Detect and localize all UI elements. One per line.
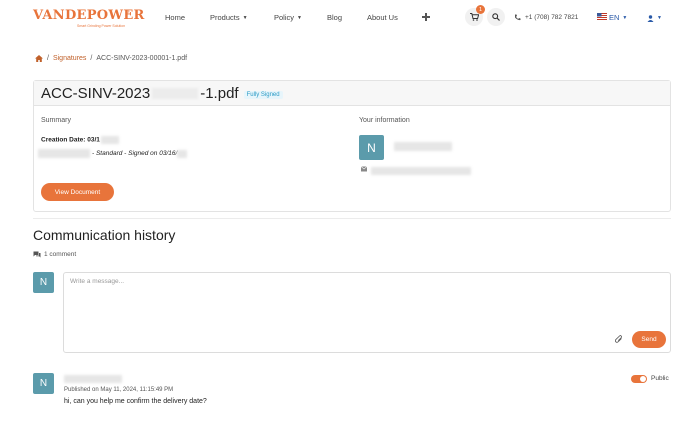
phone-icon [515, 14, 521, 21]
cart-count-badge: 1 [476, 5, 485, 14]
redacted-text [38, 149, 90, 158]
send-button[interactable]: Send [632, 331, 666, 348]
caret-down-icon: ▼ [622, 15, 628, 22]
cart-icon [469, 13, 479, 21]
comments-icon [33, 251, 41, 258]
creation-date: Creation Date: 03/1 [41, 136, 119, 144]
caret-down-icon: ▼ [297, 15, 302, 22]
nav-item-home[interactable]: Home [165, 13, 185, 22]
nav-item-products[interactable]: Products ▼ [210, 13, 248, 22]
title-suffix: -1.pdf [200, 84, 239, 102]
language-label: EN [609, 13, 620, 22]
phone-number[interactable]: +1 (708) 782 7821 [525, 14, 578, 21]
nav-item-blog[interactable]: Blog [327, 13, 342, 22]
nav-label: Products [210, 13, 240, 22]
redacted-author [64, 375, 122, 383]
nav-label: Policy [274, 13, 295, 22]
search-icon [492, 13, 500, 21]
composer-avatar: N [33, 272, 54, 293]
document-title: ACC-SINV-2023 -1.pdf [41, 85, 239, 102]
document-card: ACC-SINV-2023 -1.pdf Fully Signed Summary… [33, 80, 671, 212]
breadcrumb: / Signatures / ACC-SINV-2023-00001-1.pdf [35, 55, 187, 62]
redacted-text [100, 136, 119, 144]
comment-count-text: 1 comment [44, 251, 77, 258]
breadcrumb-separator: / [90, 55, 93, 62]
caret-down-icon: ▼ [242, 15, 248, 22]
comment-count: 1 comment [33, 251, 76, 258]
document-header: ACC-SINV-2023 -1.pdf Fully Signed [34, 81, 670, 106]
breadcrumb-separator: / [47, 55, 49, 62]
top-navigation: VANDEPOWER ® Smart Grinding Power Soluti… [0, 0, 690, 36]
redacted-email [371, 167, 471, 175]
attachment-icon[interactable] [615, 335, 623, 343]
redacted-text [177, 149, 188, 158]
divider [33, 218, 671, 219]
your-information-label: Your information [359, 117, 410, 124]
nav-label: About Us [367, 13, 398, 22]
brand-logo[interactable]: VANDEPOWER ® Smart Grinding Power Soluti… [33, 8, 145, 28]
creation-date-text: Creation Date: 03/1 [41, 136, 100, 144]
public-label: Public [651, 375, 669, 382]
email-icon [361, 166, 367, 172]
nav-label: Home [165, 13, 186, 22]
comment-timestamp: Published on May 11, 2024, 11:15:49 PM [64, 387, 174, 393]
redacted-name [394, 142, 452, 151]
caret-down-icon: ▼ [657, 15, 662, 22]
breadcrumb-signatures[interactable]: Signatures [53, 55, 86, 62]
public-toggle[interactable] [631, 375, 647, 383]
registered-mark: ® [127, 9, 130, 14]
nav-item-policy[interactable]: Policy ▼ [274, 13, 302, 22]
view-document-button[interactable]: View Document [41, 183, 114, 201]
home-icon[interactable] [35, 55, 43, 62]
nav-label: Blog [327, 13, 343, 22]
plus-icon[interactable] [422, 13, 430, 21]
message-composer[interactable]: Write a message... Send [63, 272, 671, 353]
communication-history-title: Communication history [33, 227, 176, 243]
message-input[interactable]: Write a message... [70, 278, 124, 285]
summary-label: Summary [41, 117, 71, 124]
language-selector[interactable]: EN ▼ [609, 13, 627, 22]
us-flag-icon [597, 13, 607, 20]
user-menu[interactable]: ▼ [647, 13, 662, 22]
nav-item-about-us[interactable]: About Us [367, 13, 398, 22]
breadcrumb-current: ACC-SINV-2023-00001-1.pdf [96, 55, 188, 62]
title-prefix: ACC-SINV-2023 [41, 84, 151, 102]
user-icon [647, 14, 654, 22]
signer-line: - Standard - Signed on 03/16/ [38, 149, 188, 158]
comment-avatar: N [33, 373, 54, 394]
status-badge: Fully Signed [243, 90, 283, 99]
comment-text: hi, can you help me confirm the delivery… [64, 398, 207, 405]
redacted-text [152, 88, 199, 100]
signed-line-text: - Standard - Signed on 03/16/ [92, 150, 178, 158]
logo-tagline: Smart Grinding Power Solution [77, 24, 126, 28]
cart-button[interactable]: 1 [465, 5, 485, 26]
avatar: N [359, 135, 384, 160]
search-button[interactable] [487, 8, 505, 26]
